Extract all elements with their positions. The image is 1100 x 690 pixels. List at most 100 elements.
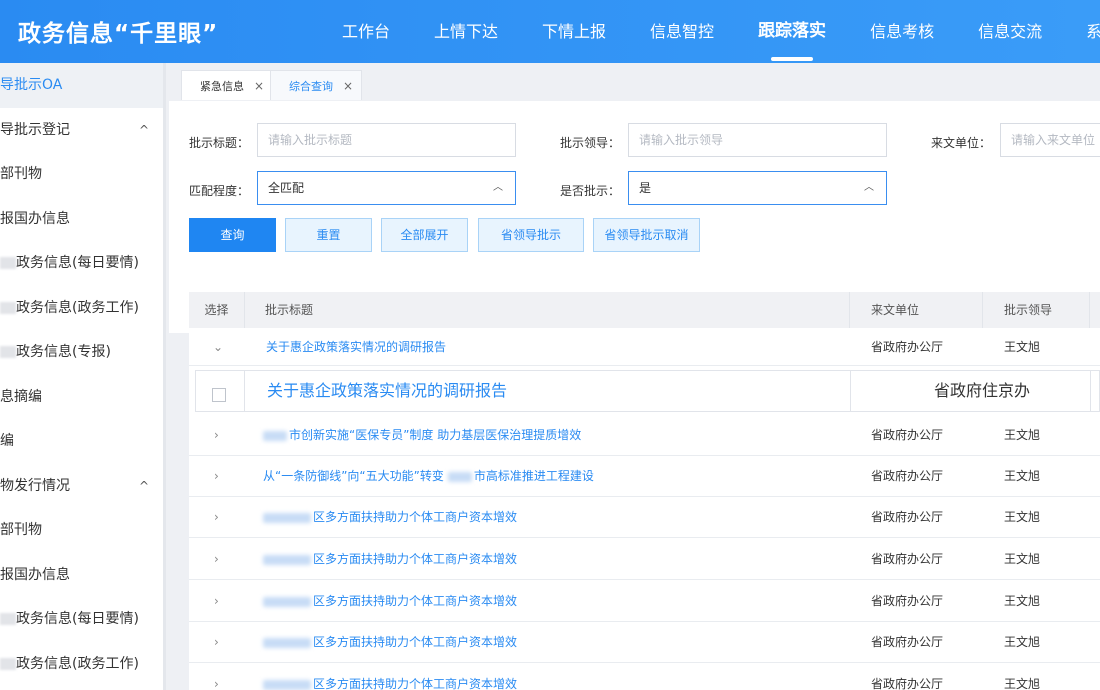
nav-info-assessment[interactable]: 信息考核 (848, 0, 956, 63)
table-row[interactable]: › 区多方面扶持助力个体工商户资本增效 省政府办公厅 王文旭 (189, 497, 1100, 538)
sidebar-item-state-council-report[interactable]: 报国办信息 (0, 197, 163, 242)
unit-input[interactable] (1000, 123, 1100, 157)
row-unit: 省政府办公厅 (871, 510, 944, 524)
provincial-leader-approve-button[interactable]: 省领导批示 (478, 218, 584, 252)
close-icon[interactable]: × (254, 79, 264, 93)
sidebar-item-leader-instructions-register[interactable]: 导批示登记 ^ (0, 108, 163, 153)
sidebar: 导批示OA 导批示登记 ^ 部刊物 报国办信息 政务信息(每日要情) 政务信息(政… (0, 63, 166, 690)
row-leader: 王文旭 (1004, 340, 1041, 354)
redacted-mark (263, 679, 311, 690)
table-row[interactable]: › 区多方面扶持助力个体工商户资本增效 省政府办公厅 王文旭 (189, 580, 1100, 622)
sidebar-item-special-report[interactable]: 政务信息(专报) (0, 330, 163, 375)
sidebar-item-label: 政务信息(政务工作) (16, 299, 139, 316)
approved-select[interactable]: 是 ︿ (628, 171, 887, 205)
redacted-mark (0, 346, 16, 358)
tab-label: 紧急信息 (200, 80, 244, 93)
chevron-up-icon[interactable]: ^ (139, 464, 149, 509)
chevron-right-icon[interactable]: › (214, 580, 219, 622)
tab-comprehensive-query[interactable]: 综合查询 × (270, 70, 363, 100)
checkbox-icon[interactable] (212, 387, 226, 402)
provincial-leader-cancel-button[interactable]: 省领导批示取消 (593, 218, 700, 252)
nav-info-control[interactable]: 信息智控 (628, 0, 736, 63)
subrow-divider (244, 371, 245, 411)
approved-select-value: 是 (639, 181, 652, 195)
sidebar-item-dept-publications[interactable]: 部刊物 (0, 152, 163, 197)
nav-bottom-up[interactable]: 下情上报 (520, 0, 628, 63)
match-filter-label: 匹配程度： (189, 184, 250, 198)
chevron-right-icon[interactable]: › (214, 456, 219, 497)
sidebar-item-publication-distribution[interactable]: 物发行情况 ^ (0, 464, 163, 509)
sidebar-item-government-work[interactable]: 政务信息(政务工作) (0, 286, 163, 331)
sidebar-item-label: 物发行情况 (0, 477, 70, 494)
sidebar-item-label: 部刊物 (0, 166, 42, 182)
row-title-link[interactable]: 关于惠企政策落实情况的调研报告 (266, 328, 446, 366)
subrow-unit: 省政府住京办 (934, 381, 1031, 400)
table-row[interactable]: › 区多方面扶持助力个体工商户资本增效 省政府办公厅 王文旭 (189, 622, 1100, 663)
sidebar-item-label: 政务信息(专报) (16, 344, 111, 360)
redacted-mark (0, 257, 16, 269)
close-icon[interactable]: × (343, 79, 353, 93)
redacted-mark (263, 554, 311, 565)
row-leader: 王文旭 (1004, 552, 1041, 566)
query-button[interactable]: 查询 (189, 218, 276, 252)
row-title-link[interactable]: 市创新实施“医保专员”制度 助力基层医保治理提质增效 (263, 415, 581, 456)
sidebar-item-daily-essentials-2[interactable]: 政务信息(每日要情) (0, 597, 163, 642)
main-content: 紧急信息 × 综合查询 × 批示标题： 批示领导： 来文单位： 匹配程度： 全匹配 … (169, 63, 1100, 690)
row-title-link[interactable]: 从“一条防御线”向“五大功能”转变 市高标准推进工程建设 (263, 456, 594, 497)
nav-top-down[interactable]: 上情下达 (412, 0, 520, 63)
row-title-link[interactable]: 区多方面扶持助力个体工商户资本增效 (263, 622, 517, 663)
subrow-divider (850, 371, 851, 411)
sidebar-item-label: 导批示OA (0, 77, 63, 93)
chevron-right-icon[interactable]: › (214, 663, 219, 690)
leader-input[interactable] (628, 123, 887, 157)
sidebar-item-label: 报国办信息 (0, 566, 70, 583)
tab-urgent-info[interactable]: 紧急信息 × (181, 70, 274, 100)
nav-workbench[interactable]: 工作台 (320, 0, 412, 63)
table-row[interactable]: › 市创新实施“医保专员”制度 助力基层医保治理提质增效 省政府办公厅 王文旭 (189, 415, 1100, 456)
table-row[interactable]: › 区多方面扶持助力个体工商户资本增效 省政府办公厅 王文旭 (189, 663, 1100, 690)
chevron-up-icon[interactable]: ^ (139, 108, 149, 153)
match-select[interactable]: 全匹配 ︿ (257, 171, 516, 205)
row-title-link[interactable]: 区多方面扶持助力个体工商户资本增效 (263, 580, 517, 622)
chevron-right-icon[interactable]: › (214, 622, 219, 663)
chevron-right-icon[interactable]: › (214, 538, 219, 580)
row-title-link[interactable]: 区多方面扶持助力个体工商户资本增效 (263, 663, 517, 690)
row-unit: 省政府办公厅 (871, 635, 944, 649)
nav-system-management[interactable]: 系统管 (1064, 0, 1100, 63)
row-title-link[interactable]: 区多方面扶持助力个体工商户资本增效 (263, 497, 517, 538)
expand-all-button[interactable]: 全部展开 (381, 218, 468, 252)
sidebar-item-label: 报国办信息 (0, 210, 70, 227)
row-unit: 省政府办公厅 (871, 552, 944, 566)
reset-button[interactable]: 重置 (285, 218, 372, 252)
sidebar-item-info-digest[interactable]: 息摘编 (0, 375, 163, 420)
sidebar-item-daily-essentials[interactable]: 政务信息(每日要情) (0, 241, 163, 286)
row-title-link[interactable]: 区多方面扶持助力个体工商户资本增效 (263, 538, 517, 580)
row-checkbox[interactable] (212, 384, 226, 403)
title-filter-label: 批示标题： (189, 136, 250, 150)
nav-tracking[interactable]: 跟踪落实 (736, 0, 848, 63)
subrow-divider (1090, 371, 1091, 411)
results-table: 选择 批示标题 来文单位 批示领导 ⌄ 关于惠企政策落实情况的调研报告 省政府办… (189, 292, 1100, 690)
table-row[interactable]: › 区多方面扶持助力个体工商户资本增效 省政府办公厅 王文旭 (189, 538, 1100, 580)
redacted-mark (447, 471, 472, 482)
redacted-mark (263, 512, 311, 523)
sidebar-item-label: 导批示登记 (0, 121, 70, 138)
sidebar-item-dept-publications-2[interactable]: 部刊物 (0, 508, 163, 553)
expanded-subrow[interactable]: 关于惠企政策落实情况的调研报告 省政府住京办 (195, 370, 1100, 412)
sidebar-item-leader-instructions-oa[interactable]: 导批示OA (0, 63, 163, 108)
sidebar-item-state-council-report-2[interactable]: 报国办信息 (0, 553, 163, 598)
chevron-down-icon[interactable]: ⌄ (213, 328, 223, 366)
nav-info-exchange[interactable]: 信息交流 (956, 0, 1064, 63)
title-input[interactable] (257, 123, 516, 157)
sidebar-item-edit[interactable]: 编 (0, 419, 163, 464)
table-row[interactable]: › 从“一条防御线”向“五大功能”转变 市高标准推进工程建设 省政府办公厅 王文旭 (189, 456, 1100, 497)
row-leader: 王文旭 (1004, 677, 1041, 690)
sidebar-item-government-work-2[interactable]: 政务信息(政务工作) (0, 642, 163, 687)
chevron-right-icon[interactable]: › (214, 415, 219, 456)
sidebar-item-label: 政务信息(政务工作) (16, 655, 139, 672)
chevron-right-icon[interactable]: › (214, 497, 219, 538)
header-title: 批示标题 (245, 292, 850, 328)
redacted-mark (263, 430, 287, 441)
table-row[interactable]: ⌄ 关于惠企政策落实情况的调研报告 省政府办公厅 王文旭 (189, 328, 1100, 366)
subrow-title-link[interactable]: 关于惠企政策落实情况的调研报告 (267, 371, 507, 411)
